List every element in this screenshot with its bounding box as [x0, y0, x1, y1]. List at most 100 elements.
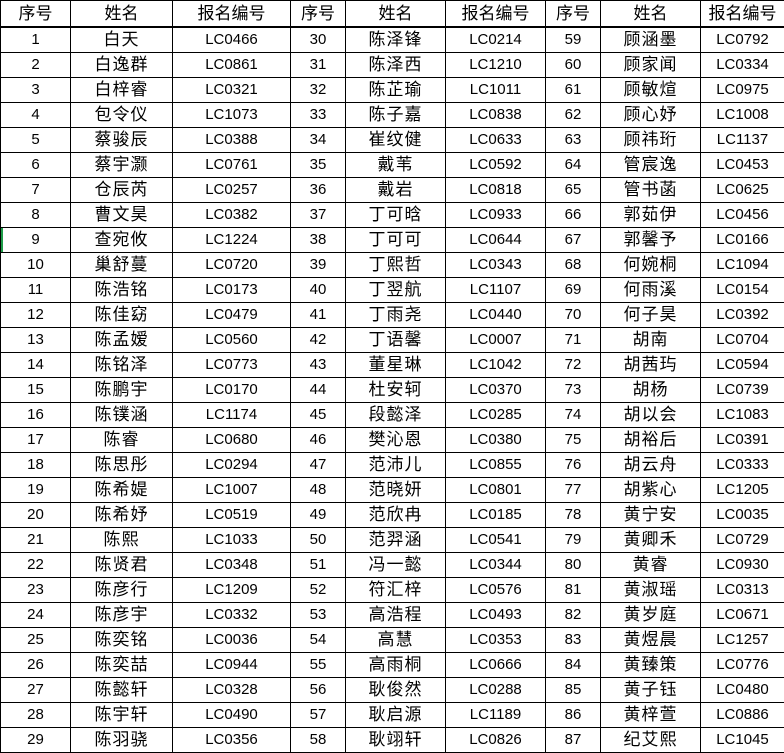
cell-code-block1[interactable]: LC0479 — [173, 303, 291, 328]
cell-code-block1[interactable]: LC0861 — [173, 53, 291, 78]
cell-seq-block2[interactable]: 51 — [291, 553, 346, 578]
cell-name-block3[interactable]: 胡杨 — [601, 378, 701, 403]
cell-seq-block3[interactable]: 78 — [546, 503, 601, 528]
cell-name-block2[interactable]: 范沛儿 — [346, 453, 446, 478]
cell-code-block2[interactable]: LC0644 — [446, 228, 546, 253]
cell-seq-block3[interactable]: 61 — [546, 78, 601, 103]
cell-code-block1[interactable]: LC0170 — [173, 378, 291, 403]
cell-name-block1[interactable]: 查宛攸 — [71, 228, 173, 253]
cell-name-block1[interactable]: 仓辰芮 — [71, 178, 173, 203]
cell-seq-block1[interactable]: 13 — [1, 328, 71, 353]
column-header-seq-3[interactable]: 序号 — [546, 1, 601, 28]
cell-seq-block2[interactable]: 58 — [291, 728, 346, 753]
cell-name-block3[interactable]: 胡南 — [601, 328, 701, 353]
cell-code-block1[interactable]: LC0328 — [173, 678, 291, 703]
cell-name-block2[interactable]: 丁可可 — [346, 228, 446, 253]
cell-name-block2[interactable]: 丁雨尧 — [346, 303, 446, 328]
cell-code-block3[interactable]: LC0776 — [701, 653, 784, 678]
cell-seq-block2[interactable]: 41 — [291, 303, 346, 328]
cell-code-block2[interactable]: LC0343 — [446, 253, 546, 278]
cell-seq-block2[interactable]: 32 — [291, 78, 346, 103]
column-header-code-2[interactable]: 报名编号 — [446, 1, 546, 28]
cell-name-block2[interactable]: 陈泽西 — [346, 53, 446, 78]
cell-seq-block1[interactable]: 4 — [1, 103, 71, 128]
cell-code-block2[interactable]: LC0633 — [446, 128, 546, 153]
cell-seq-block1[interactable]: 10 — [1, 253, 71, 278]
cell-name-block1[interactable]: 陈希妤 — [71, 503, 173, 528]
cell-seq-block2[interactable]: 38 — [291, 228, 346, 253]
cell-seq-block3[interactable]: 74 — [546, 403, 601, 428]
cell-name-block3[interactable]: 黄淑瑶 — [601, 578, 701, 603]
cell-name-block1[interactable]: 陈羽骁 — [71, 728, 173, 753]
cell-seq-block2[interactable]: 31 — [291, 53, 346, 78]
cell-seq-block3[interactable]: 87 — [546, 728, 601, 753]
cell-code-block3[interactable]: LC0975 — [701, 78, 784, 103]
cell-seq-block2[interactable]: 46 — [291, 428, 346, 453]
cell-seq-block2[interactable]: 55 — [291, 653, 346, 678]
cell-name-block3[interactable]: 管书菡 — [601, 178, 701, 203]
cell-seq-block2[interactable]: 43 — [291, 353, 346, 378]
cell-code-block2[interactable]: LC0440 — [446, 303, 546, 328]
cell-name-block3[interactable]: 黄岁庭 — [601, 603, 701, 628]
cell-name-block3[interactable]: 黄臻策 — [601, 653, 701, 678]
cell-name-block2[interactable]: 高慧 — [346, 628, 446, 653]
cell-code-block3[interactable]: LC0035 — [701, 503, 784, 528]
cell-code-block1[interactable]: LC1209 — [173, 578, 291, 603]
cell-name-block3[interactable]: 顾涵墨 — [601, 27, 701, 53]
column-header-name-2[interactable]: 姓名 — [346, 1, 446, 28]
cell-code-block2[interactable]: LC0288 — [446, 678, 546, 703]
cell-name-block3[interactable]: 顾祎珩 — [601, 128, 701, 153]
cell-code-block1[interactable]: LC0173 — [173, 278, 291, 303]
cell-name-block1[interactable]: 包令仪 — [71, 103, 173, 128]
cell-seq-block3[interactable]: 79 — [546, 528, 601, 553]
cell-code-block1[interactable]: LC1073 — [173, 103, 291, 128]
cell-code-block3[interactable]: LC0333 — [701, 453, 784, 478]
cell-code-block2[interactable]: LC0838 — [446, 103, 546, 128]
cell-name-block1[interactable]: 巢舒蔓 — [71, 253, 173, 278]
cell-name-block3[interactable]: 纪艾熙 — [601, 728, 701, 753]
cell-name-block1[interactable]: 陈贤君 — [71, 553, 173, 578]
cell-seq-block3[interactable]: 70 — [546, 303, 601, 328]
cell-code-block2[interactable]: LC1042 — [446, 353, 546, 378]
cell-seq-block1[interactable]: 12 — [1, 303, 71, 328]
cell-name-block3[interactable]: 管宸逸 — [601, 153, 701, 178]
cell-seq-block3[interactable]: 83 — [546, 628, 601, 653]
cell-name-block2[interactable]: 耿启源 — [346, 703, 446, 728]
cell-seq-block1[interactable]: 18 — [1, 453, 71, 478]
cell-name-block2[interactable]: 杜安轲 — [346, 378, 446, 403]
cell-name-block3[interactable]: 胡云舟 — [601, 453, 701, 478]
cell-name-block1[interactable]: 陈宇轩 — [71, 703, 173, 728]
cell-code-block1[interactable]: LC0382 — [173, 203, 291, 228]
cell-name-block3[interactable]: 胡以会 — [601, 403, 701, 428]
cell-name-block2[interactable]: 陈泽锋 — [346, 27, 446, 53]
cell-name-block2[interactable]: 高浩程 — [346, 603, 446, 628]
cell-code-block3[interactable]: LC1257 — [701, 628, 784, 653]
cell-seq-block1[interactable]: 28 — [1, 703, 71, 728]
cell-seq-block3[interactable]: 76 — [546, 453, 601, 478]
cell-code-block1[interactable]: LC1224 — [173, 228, 291, 253]
cell-seq-block3[interactable]: 71 — [546, 328, 601, 353]
cell-name-block1[interactable]: 陈彦宇 — [71, 603, 173, 628]
cell-name-block1[interactable]: 陈思彤 — [71, 453, 173, 478]
cell-code-block2[interactable]: LC0855 — [446, 453, 546, 478]
cell-code-block3[interactable]: LC0456 — [701, 203, 784, 228]
cell-name-block2[interactable]: 樊沁恩 — [346, 428, 446, 453]
cell-seq-block2[interactable]: 33 — [291, 103, 346, 128]
cell-code-block1[interactable]: LC0321 — [173, 78, 291, 103]
cell-code-block1[interactable]: LC0257 — [173, 178, 291, 203]
cell-seq-block3[interactable]: 73 — [546, 378, 601, 403]
cell-seq-block1[interactable]: 21 — [1, 528, 71, 553]
cell-name-block1[interactable]: 陈懿轩 — [71, 678, 173, 703]
cell-seq-block1[interactable]: 25 — [1, 628, 71, 653]
cell-code-block3[interactable]: LC0930 — [701, 553, 784, 578]
cell-seq-block2[interactable]: 45 — [291, 403, 346, 428]
cell-seq-block3[interactable]: 65 — [546, 178, 601, 203]
cell-name-block2[interactable]: 董星琳 — [346, 353, 446, 378]
cell-name-block1[interactable]: 白天 — [71, 27, 173, 53]
cell-seq-block3[interactable]: 77 — [546, 478, 601, 503]
cell-code-block3[interactable]: LC0154 — [701, 278, 784, 303]
cell-seq-block2[interactable]: 52 — [291, 578, 346, 603]
cell-code-block3[interactable]: LC0594 — [701, 353, 784, 378]
cell-seq-block3[interactable]: 72 — [546, 353, 601, 378]
cell-seq-block3[interactable]: 62 — [546, 103, 601, 128]
